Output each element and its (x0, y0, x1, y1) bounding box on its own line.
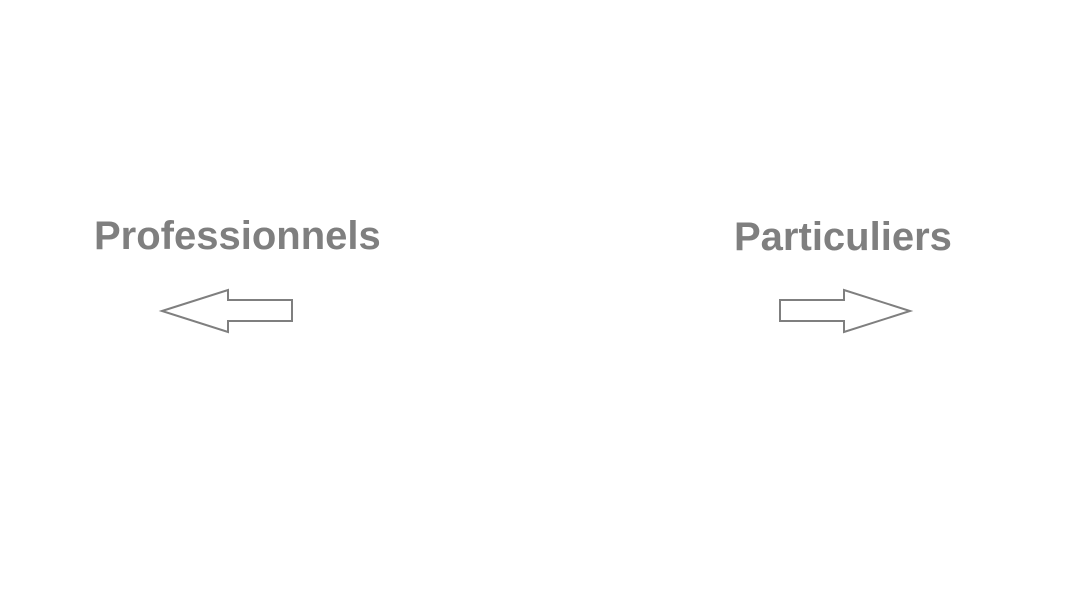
arrow-left-icon[interactable] (158, 286, 296, 336)
arrow-right-icon[interactable] (776, 286, 914, 336)
professionnels-label[interactable]: Professionnels (94, 212, 381, 260)
particuliers-label[interactable]: Particuliers (734, 213, 952, 261)
